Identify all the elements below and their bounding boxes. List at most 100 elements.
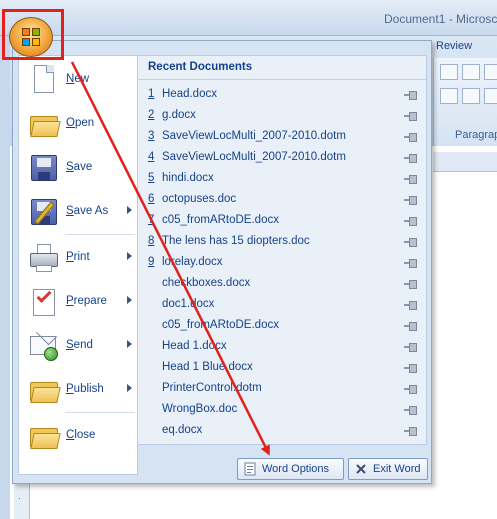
save-as-command[interactable]: Save As: [19, 190, 137, 234]
close-command[interactable]: Close: [19, 414, 137, 458]
menu-divider: [65, 412, 135, 413]
line-spacing-button[interactable]: [484, 88, 497, 104]
window-title: Document1 - Microsc: [384, 12, 497, 26]
submenu-arrow-icon: [127, 206, 132, 214]
multilevel-list-button[interactable]: [484, 64, 497, 80]
recent-document-item[interactable]: doc1.docx: [138, 295, 425, 316]
publish-command[interactable]: Publish: [19, 368, 137, 412]
recent-document-number: 1: [148, 88, 155, 100]
print-command[interactable]: Print: [19, 236, 137, 280]
pin-icon[interactable]: [404, 406, 417, 415]
prepare-command[interactable]: Prepare: [19, 280, 137, 324]
recent-document-number: 8: [148, 235, 155, 247]
pin-icon[interactable]: [404, 238, 417, 247]
command-label: Send: [66, 339, 93, 351]
submenu-arrow-icon: [127, 252, 132, 260]
word-options-icon: [243, 462, 257, 476]
recent-document-item[interactable]: 5 hindi.docx: [138, 169, 425, 190]
recent-document-item[interactable]: 2 g.docx: [138, 106, 425, 127]
command-label: Print: [66, 251, 90, 263]
recent-document-item[interactable]: 9 lorelay.docx: [138, 253, 425, 274]
new-document-icon: [28, 64, 60, 96]
recent-document-name: doc1.docx: [162, 298, 215, 310]
command-label: Open: [66, 117, 95, 129]
recent-document-name: lorelay.docx: [162, 256, 223, 268]
open-folder-icon: [28, 108, 61, 140]
recent-document-name: The lens has 15 diopters.doc: [162, 235, 310, 247]
save-disk-icon: [28, 152, 60, 184]
pin-icon[interactable]: [404, 259, 417, 268]
pin-icon[interactable]: [404, 322, 417, 331]
pin-icon[interactable]: [404, 280, 417, 289]
recent-document-name: Head 1 Blue.docx: [162, 361, 253, 373]
recent-document-item[interactable]: 4 SaveViewLocMulti_2007-2010.dotm: [138, 148, 425, 169]
command-label: Prepare: [66, 295, 107, 307]
recent-document-name: c05_fromARtoDE.docx: [162, 214, 279, 226]
title-bar: Document1 - Microsc: [0, 0, 497, 36]
office-menu: New Open Save Save As Print Prepare Send…: [12, 40, 432, 484]
recent-document-item[interactable]: eq.docx: [138, 421, 425, 442]
recent-document-item[interactable]: PrinterControl.dotm: [138, 379, 425, 400]
pin-icon[interactable]: [404, 343, 417, 352]
submenu-arrow-icon: [127, 296, 132, 304]
center-button[interactable]: [462, 88, 480, 104]
exit-word-button[interactable]: Exit Word: [348, 458, 428, 480]
recent-document-name: SaveViewLocMulti_2007-2010.dotm: [162, 151, 346, 163]
document-page[interactable]: [433, 172, 497, 519]
pin-icon[interactable]: [404, 91, 417, 100]
command-label: New: [66, 73, 90, 85]
save-command[interactable]: Save: [19, 146, 137, 190]
pin-icon[interactable]: [404, 133, 417, 142]
pin-icon[interactable]: [404, 364, 417, 373]
recent-document-name: octopuses.doc: [162, 193, 237, 205]
ruler-mark: ·: [18, 494, 21, 503]
highlight-box: [2, 9, 64, 60]
pin-icon[interactable]: [404, 112, 417, 121]
send-command[interactable]: Send: [19, 324, 137, 368]
paragraph-group-label: Paragrap: [455, 129, 497, 141]
recent-document-item[interactable]: c05_fromARtoDE.docx: [138, 316, 425, 337]
pin-icon[interactable]: [404, 385, 417, 394]
open-command[interactable]: Open: [19, 102, 137, 146]
recent-document-number: 4: [148, 151, 155, 163]
pin-icon[interactable]: [404, 175, 417, 184]
recent-document-item[interactable]: 3 SaveViewLocMulti_2007-2010.dotm: [138, 127, 425, 148]
horizontal-ruler: [433, 152, 497, 172]
recent-document-item[interactable]: checkboxes.docx: [138, 274, 425, 295]
command-label: Save: [66, 161, 93, 173]
pin-icon[interactable]: [404, 217, 417, 226]
new-command[interactable]: New: [19, 58, 137, 102]
recent-document-item[interactable]: Head 1.docx: [138, 337, 425, 358]
recent-document-item[interactable]: WrongBox.doc: [138, 400, 425, 421]
exit-x-icon: [354, 462, 368, 476]
submenu-arrow-icon: [127, 384, 132, 392]
recent-document-item[interactable]: 1 Head.docx: [138, 85, 425, 106]
document-page-bottom[interactable]: [30, 485, 497, 519]
pin-icon[interactable]: [404, 196, 417, 205]
pin-icon[interactable]: [404, 427, 417, 436]
recent-document-item[interactable]: 6 octopuses.doc: [138, 190, 425, 211]
recent-document-name: g.docx: [162, 109, 196, 121]
recent-documents-header: Recent Documents: [138, 56, 426, 80]
recent-document-item[interactable]: 8 The lens has 15 diopters.doc: [138, 232, 425, 253]
recent-document-name: PrinterControl.dotm: [162, 382, 262, 394]
pin-icon[interactable]: [404, 154, 417, 163]
bullets-button[interactable]: [440, 64, 458, 80]
align-left-button[interactable]: [440, 88, 458, 104]
recent-document-number: 3: [148, 130, 155, 142]
prepare-icon: [28, 286, 60, 318]
recent-document-number: 2: [148, 109, 155, 121]
recent-document-number: 6: [148, 193, 155, 205]
recent-document-number: 5: [148, 172, 155, 184]
recent-document-item[interactable]: 7 c05_fromARtoDE.docx: [138, 211, 425, 232]
tab-review[interactable]: Review: [436, 40, 472, 52]
word-options-button[interactable]: Word Options: [237, 458, 344, 480]
pin-icon[interactable]: [404, 301, 417, 310]
recent-document-item[interactable]: Head 1 Blue.docx: [138, 358, 425, 379]
recent-document-name: c05_fromARtoDE.docx: [162, 319, 279, 331]
recent-document-number: 9: [148, 256, 155, 268]
recent-document-name: eq.docx: [162, 424, 203, 436]
numbering-button[interactable]: [462, 64, 480, 80]
command-label: Save As: [66, 205, 109, 217]
send-icon: [28, 330, 60, 362]
